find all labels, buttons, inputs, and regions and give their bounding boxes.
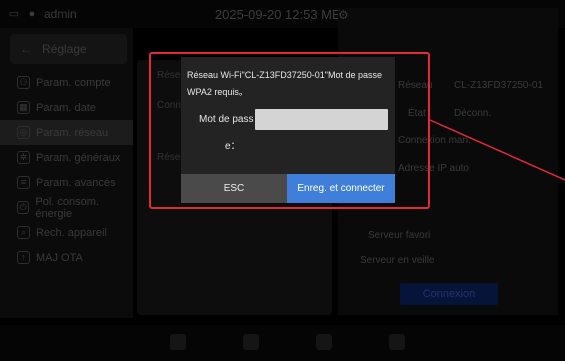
state-value: Déconn. — [454, 108, 492, 119]
connect-button[interactable]: Connexion — [400, 283, 498, 305]
sidebar-item-network[interactable]: ◎ Param. réseau — [0, 120, 133, 145]
search-device-icon: ⌕ — [17, 226, 30, 239]
sliders-icon: ≡ — [17, 176, 30, 189]
update-icon: ↑ — [17, 251, 30, 264]
sidebar-item-advanced[interactable]: ≡ Param. avancés — [0, 170, 133, 195]
power-icon: ⏻ — [17, 201, 30, 214]
bottom-bar — [0, 325, 565, 361]
sidebar-item-device-search[interactable]: ⌕ Rech. appareil — [0, 220, 133, 245]
calendar-icon: ▦ — [17, 101, 30, 114]
sidebar-item-power[interactable]: ⏻ Pol. consom. énergie — [0, 195, 133, 220]
user-icon: ⚇ — [17, 76, 30, 89]
network-value: CL-Z13FD37250-01 — [454, 80, 543, 91]
back-arrow-icon: ← — [20, 42, 32, 56]
preferred-server-label: Serveur favori — [368, 230, 431, 241]
status-bar: ▭ ● admin 2025-09-20 12:53 MER ⚙ — [0, 0, 565, 263]
network-icon: ◎ — [17, 126, 30, 139]
settings-tab-icon[interactable] — [389, 334, 405, 350]
sidebar: ← Réglage ⚇ Param. compte ▦ Param. date ◎ P… — [0, 28, 133, 318]
home-icon[interactable] — [170, 334, 186, 350]
sidebar-item-general[interactable]: ✲ Param. généraux — [0, 145, 133, 170]
highlight-box — [149, 52, 430, 209]
grid-icon[interactable] — [243, 334, 259, 350]
gear-icon: ✲ — [17, 151, 30, 164]
back-label: Réglage — [42, 42, 87, 56]
list-icon[interactable] — [316, 334, 332, 350]
sidebar-item-account[interactable]: ⚇ Param. compte — [0, 70, 133, 95]
sidebar-item-date[interactable]: ▦ Param. date — [0, 95, 133, 120]
back-button[interactable]: ← Réglage — [10, 34, 127, 64]
sidebar-item-ota[interactable]: ↑ MAJ OTA — [0, 245, 133, 270]
standby-server-label: Serveur en veille — [360, 255, 435, 266]
